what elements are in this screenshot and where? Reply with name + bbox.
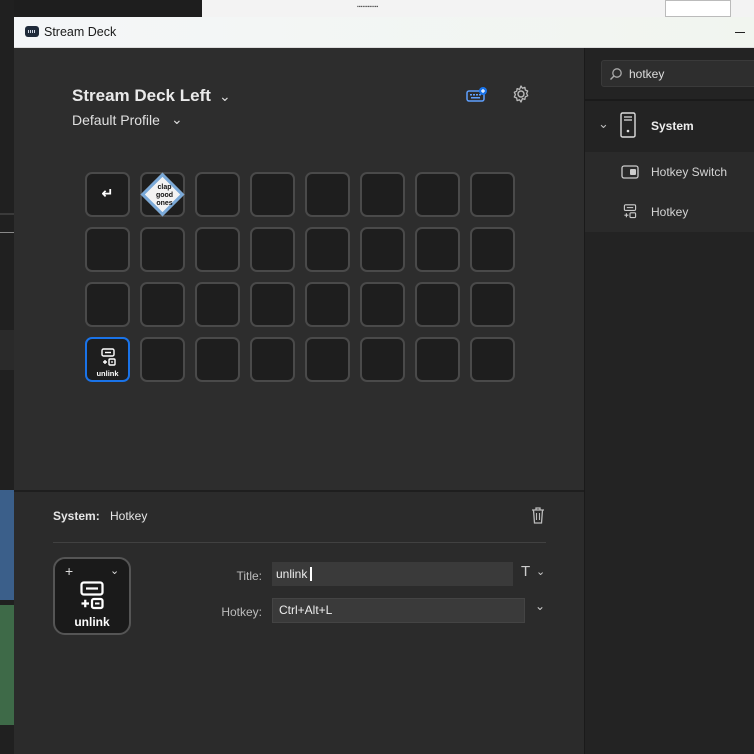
trash-icon[interactable] [528,505,548,525]
action-label: Hotkey [651,205,689,219]
key-grid: ↵ clap good ones unlink [85,172,515,382]
device-selector-label[interactable]: Stream Deck Left [72,86,211,106]
background-document-box [665,0,731,17]
key-empty[interactable] [195,337,240,382]
text-format-icon[interactable]: T [521,563,530,580]
key-preview[interactable]: + ⌄ unlink [53,557,131,635]
key-empty[interactable] [470,227,515,272]
action-label: Hotkey Switch [651,165,728,179]
key-empty[interactable] [305,337,350,382]
key-empty[interactable] [415,172,460,217]
title-input[interactable] [272,562,513,586]
key-empty[interactable] [140,282,185,327]
key-empty[interactable] [415,227,460,272]
property-inspector: System: Hotkey + ⌄ unlink Title: T ⌄ Hot… [14,490,584,754]
key-image-text: clap good ones [155,184,174,207]
key-empty[interactable] [415,337,460,382]
key-preview-label: unlink [74,615,110,629]
chevron-down-icon[interactable]: ⌄ [110,564,119,577]
stream-deck-app-icon [25,26,39,37]
chevron-down-icon[interactable]: ⌄ [219,88,231,105]
background-document: ▪▪▪▪▪▪▪▪▪▪▪▪ [202,0,754,17]
chevron-down-icon[interactable]: ⌄ [535,599,545,613]
key-empty[interactable] [470,172,515,217]
key-empty[interactable] [305,282,350,327]
key-empty[interactable] [250,337,295,382]
actions-sidebar: hotkey ⌄ System Hotkey Switch Hotkey [584,48,754,754]
key-empty[interactable] [250,172,295,217]
category-label: System [651,119,694,133]
hotkey-icon [80,581,104,610]
chevron-down-icon[interactable]: ⌄ [171,111,183,128]
key-unlink-hotkey[interactable]: unlink [85,337,130,382]
title-label: Title: [236,569,262,583]
key-back[interactable]: ↵ [85,172,130,217]
minimize-button[interactable] [732,24,748,40]
category-system[interactable]: ⌄ System [585,104,754,148]
plus-icon[interactable]: + [65,563,73,579]
hotkey-icon [101,348,116,366]
key-empty[interactable] [360,227,405,272]
hotkey-icon [623,204,637,219]
search-value: hotkey [629,67,665,81]
key-empty[interactable] [305,227,350,272]
chevron-down-icon[interactable]: ⌄ [536,565,545,578]
key-empty[interactable] [415,282,460,327]
back-arrow-icon: ↵ [101,185,114,201]
key-empty[interactable] [85,227,130,272]
search-icon [610,68,622,80]
key-empty[interactable] [360,172,405,217]
key-empty[interactable] [140,337,185,382]
key-empty[interactable] [360,282,405,327]
inspector-category: System: [53,509,100,523]
key-empty[interactable] [250,282,295,327]
key-empty[interactable] [470,282,515,327]
stream-deck-window: Stream Deck Stream Deck Left ⌄ Default P… [14,17,754,754]
hotkey-label: Hotkey: [221,605,262,619]
action-hotkey-switch[interactable]: Hotkey Switch [585,152,754,192]
device-panel: Stream Deck Left ⌄ Default Profile ⌄ ↵ c… [14,48,584,490]
key-empty[interactable] [305,172,350,217]
key-empty[interactable] [470,337,515,382]
keyboard-store-icon[interactable] [466,87,488,103]
key-empty[interactable] [195,172,240,217]
text-cursor [310,567,312,581]
title-bar: Stream Deck [14,17,754,48]
key-empty[interactable] [250,227,295,272]
background-document-text: ▪▪▪▪▪▪▪▪▪▪▪▪ [357,4,379,10]
background-desktop [0,0,14,754]
key-empty[interactable] [360,337,405,382]
key-empty[interactable] [195,282,240,327]
divider [53,542,546,543]
key-empty[interactable] [195,227,240,272]
action-hotkey[interactable]: Hotkey [585,192,754,232]
window-title: Stream Deck [44,25,117,39]
inspector-action-name: Hotkey [110,509,148,523]
computer-tower-icon [620,112,636,138]
key-empty[interactable] [140,227,185,272]
divider [585,99,754,101]
gear-icon[interactable] [511,84,531,104]
search-input[interactable]: hotkey [601,60,754,87]
key-clap-good-ones[interactable]: clap good ones [140,172,185,217]
hotkey-field[interactable]: Ctrl+Alt+L [272,598,525,623]
profile-selector-label[interactable]: Default Profile [72,112,160,128]
key-empty[interactable] [85,282,130,327]
toggle-switch-icon [621,165,639,179]
key-label: unlink [96,369,119,378]
chevron-down-icon[interactable]: ⌄ [598,116,609,132]
